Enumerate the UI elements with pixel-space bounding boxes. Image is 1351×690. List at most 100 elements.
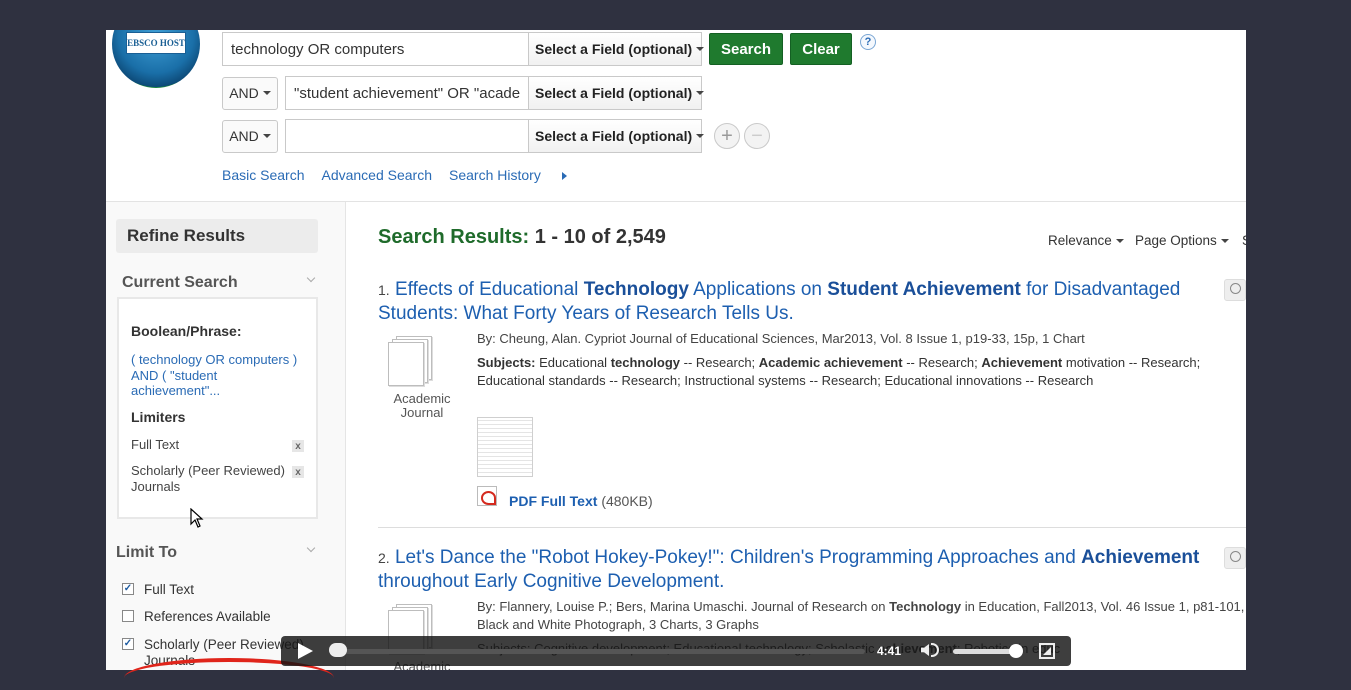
play-icon[interactable] [298,643,313,659]
result-title-text[interactable]: Let's Dance the "Robot Hokey-Pokey!": Ch… [378,547,1199,592]
limit-to-title[interactable]: Limit To [116,544,177,562]
limit-references-label: References Available [144,609,271,624]
caret-down-icon [696,47,705,51]
title-segment: throughout Early Cognitive Development. [378,571,725,592]
boolean-phrase-label: Boolean/Phrase: [131,323,242,339]
field-select-label: Select a Field (optional) [535,85,693,101]
result-1-type: Academic Journal [393,391,451,420]
boolean-label: AND [229,128,259,144]
result-2-byline-2: Black and White Photograph, 3 Charts, 3 … [477,617,759,632]
remove-limiter-icon[interactable]: x [292,440,304,452]
ebsco-logo[interactable]: EBSCO HOST [112,30,200,88]
boolean-select-3[interactable]: AND [222,119,278,153]
subjects-text: Educational technology -- Research; Acad… [477,355,1200,388]
search-links: Basic Search Advanced Search Search Hist… [222,167,601,183]
field-select-1[interactable]: Select a Field (optional) [528,32,705,66]
relevance-dropdown[interactable]: Relevance [1048,233,1124,248]
title-segment: Let's Dance the "Robot Hokey-Pokey!": Ch… [394,547,1082,568]
caret-down-icon [262,134,271,138]
video-progress-track[interactable] [333,649,865,654]
result-title-text[interactable]: Effects of Educational Technology Applic… [378,279,1180,324]
checkbox-scholarly[interactable]: ✓ [122,638,134,650]
field-select-label: Select a Field (optional) [535,41,693,57]
results-label: Search Results: [378,226,530,248]
title-segment: Student Achievement [827,279,1021,300]
subject-segment: Achievement [981,355,1063,370]
fullscreen-icon[interactable] [1039,643,1055,659]
title-segment: Technology [583,279,689,300]
video-controls: 4:41 [281,636,1071,666]
chevron-right-icon [561,172,567,181]
search-row-3: AND Select a Field (optional) + − [222,119,770,153]
limiters-label: Limiters [131,409,186,425]
search-input-2[interactable]: "student achievement" OR "acade [285,76,528,110]
result-1-title[interactable]: 1. Effects of Educational Technology App… [378,278,1218,325]
video-progress-knob[interactable] [329,643,347,657]
search-input-1[interactable]: technology OR computers [222,32,528,66]
subject-segment: -- Research; [902,355,982,370]
search-row-2: AND "student achievement" OR "acade Sele… [222,76,705,110]
checkbox-full-text[interactable]: ✓ [122,583,134,595]
clear-button[interactable]: Clear [790,33,852,65]
field-select-2[interactable]: Select a Field (optional) [528,76,705,110]
volume-knob[interactable] [1009,644,1023,658]
limiter-scholarly: Scholarly (Peer Reviewed) Journals [131,463,285,494]
preview-magnifier-icon[interactable] [1224,279,1246,301]
limit-full-text-label: Full Text [144,582,195,597]
video-time: 4:41 [877,644,902,658]
caret-down-icon [696,134,705,138]
refine-sidebar: Refine Results Current Search Boolean/Ph… [106,202,346,670]
result-number: 2. [378,550,390,566]
search-input-3[interactable] [285,119,528,153]
byline-segment: in Education, Fall2013, Vol. 46 Issue 1,… [961,599,1245,614]
search-button[interactable]: Search [709,33,783,65]
advanced-search-link[interactable]: Advanced Search [321,167,432,183]
volume-icon[interactable] [921,644,929,656]
boolean-select-2[interactable]: AND [222,76,278,110]
volume-track[interactable] [953,649,1015,654]
result-1-pdf-link[interactable]: PDF Full Text (480KB) [509,493,653,509]
remove-row-icon[interactable]: − [744,123,770,149]
add-row-icon[interactable]: + [714,123,740,149]
current-search-box: Boolean/Phrase: ( technology OR computer… [117,297,318,519]
search-history-link[interactable]: Search History [449,167,584,183]
title-segment: Achievement [1081,547,1200,568]
caret-down-icon [262,91,271,95]
field-select-label: Select a Field (optional) [535,128,693,144]
collapse-chevron-icon[interactable] [306,273,316,283]
share-dropdown[interactable]: S [1242,233,1246,248]
result-1-byline: By: Cheung, Alan. Cypriot Journal of Edu… [477,331,1085,346]
result-2-byline: By: Flannery, Louise P.; Bers, Marina Um… [477,598,1244,616]
ebsco-page: EBSCO HOST technology OR computers Selec… [106,30,1246,670]
results-header: Search Results: 1 - 10 of 2,549 [378,226,666,249]
result-1-subjects: Subjects: Educational technology -- Rese… [477,354,1246,390]
result-1-thumbnail[interactable] [477,417,533,477]
result-number: 1. [378,282,390,298]
preview-magnifier-icon[interactable] [1224,547,1246,569]
byline-segment: By: Flannery, Louise P.; Bers, Marina Um… [477,599,890,614]
pdf-icon[interactable] [477,486,497,506]
field-select-3[interactable]: Select a Field (optional) [528,119,705,153]
basic-search-link[interactable]: Basic Search [222,167,304,183]
caret-down-icon [1115,239,1124,244]
page-options-label: Page Options [1135,233,1217,248]
help-icon[interactable]: ? [860,34,876,50]
title-segment: Applications on [688,279,828,300]
remove-limiter-icon[interactable]: x [292,466,304,478]
result-2-title[interactable]: 2. Let's Dance the "Robot Hokey-Pokey!":… [378,546,1218,593]
caret-down-icon [1220,239,1229,244]
subject-segment: -- Research; [680,355,759,370]
checkbox-references-available[interactable] [122,610,134,622]
collapse-chevron-icon[interactable] [306,543,316,553]
result-divider [378,527,1246,528]
academic-journal-icon [388,334,440,386]
limiter-full-text: Full Text [131,437,180,452]
page-options-dropdown[interactable]: Page Options [1135,233,1229,248]
pdf-size: (480KB) [601,493,653,509]
boolean-query-link[interactable]: ( technology OR computers ) AND ( "stude… [131,352,306,399]
pdf-full-text-label: PDF Full Text [509,493,598,509]
refine-results-title: Refine Results [116,219,318,253]
relevance-label: Relevance [1048,233,1112,248]
byline-segment: Technology [889,599,962,614]
current-search-title[interactable]: Current Search [122,274,238,292]
